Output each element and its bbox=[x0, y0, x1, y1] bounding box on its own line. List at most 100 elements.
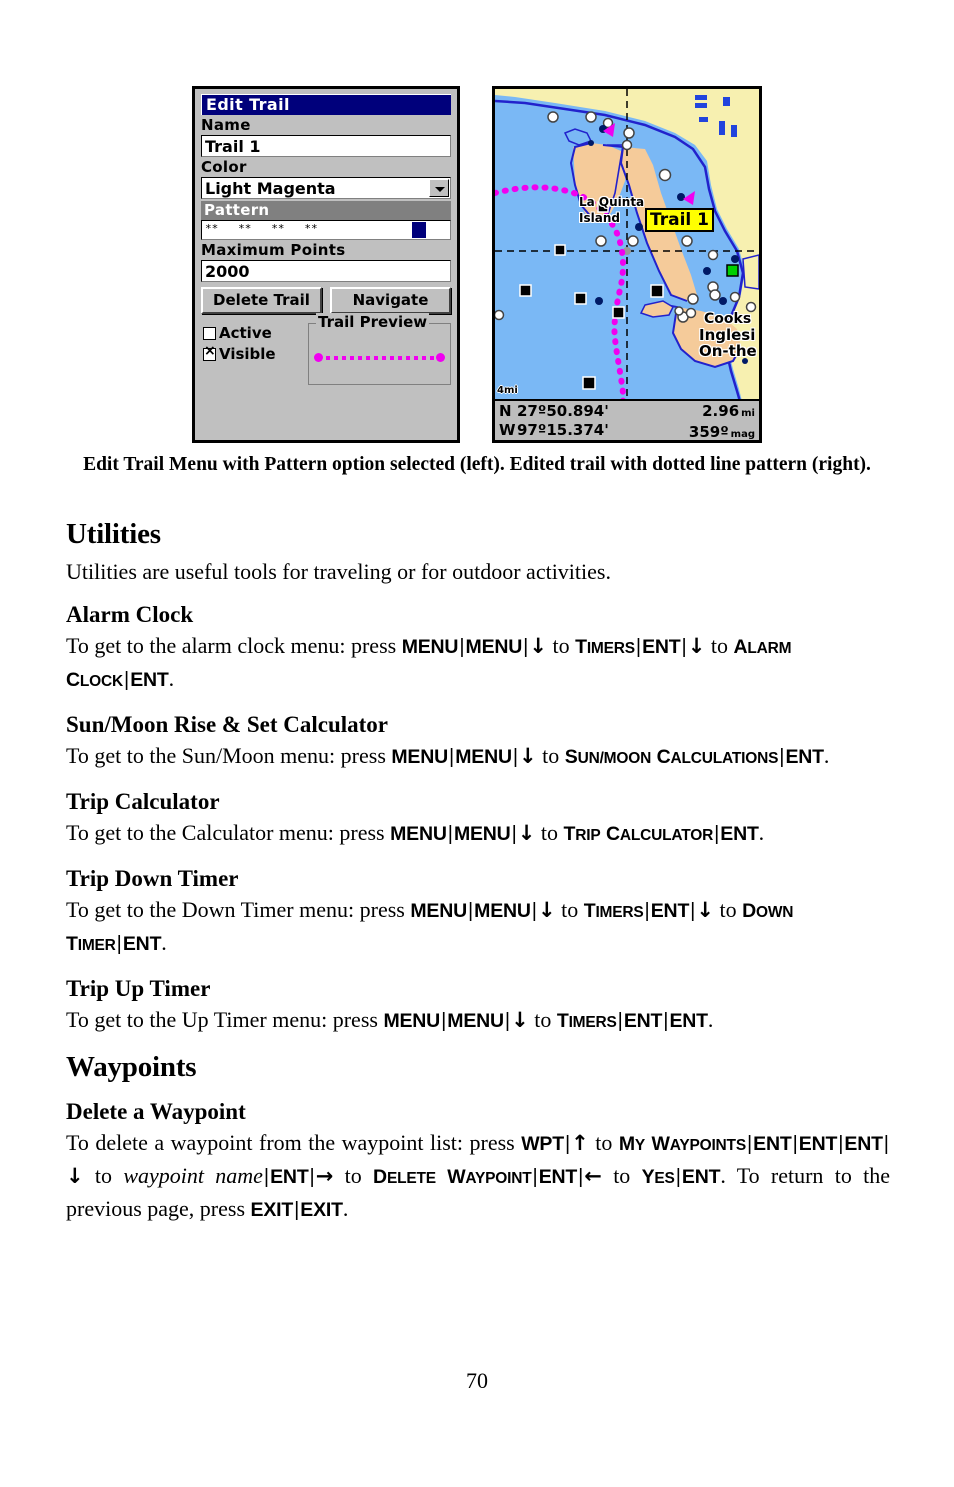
key-ent: ENT bbox=[753, 1133, 792, 1155]
lon-hemisphere: W bbox=[499, 421, 516, 439]
arrow-down-icon: ↓ bbox=[517, 821, 536, 845]
visible-checkbox-row[interactable]: Visible bbox=[203, 344, 308, 364]
key-ent: ENT bbox=[270, 1166, 309, 1188]
key-exit: EXIT bbox=[300, 1199, 343, 1221]
key-ent: ENT bbox=[844, 1133, 883, 1155]
pattern-input[interactable]: ** ** ** ** bbox=[201, 220, 451, 240]
delete-waypoint-paragraph: To delete a waypoint from the waypoint l… bbox=[66, 1128, 890, 1225]
key-sep: | bbox=[309, 1166, 315, 1188]
menu-timers: TIMERS bbox=[575, 636, 635, 658]
longitude-row: W 97º15.374' bbox=[499, 421, 658, 440]
menu-sun-moon: SUN/MOON bbox=[564, 746, 652, 768]
key-sep: | bbox=[532, 1166, 538, 1188]
pattern-cursor bbox=[412, 222, 426, 238]
key-sep: | bbox=[675, 1166, 681, 1188]
color-label: Color bbox=[201, 158, 247, 176]
heading-delete-waypoint: Delete a Waypoint bbox=[66, 1099, 246, 1124]
key-sep: | bbox=[447, 823, 453, 845]
key-ent: ENT bbox=[623, 1010, 663, 1032]
lat-hemisphere: N bbox=[499, 402, 512, 420]
key-menu: MENU bbox=[465, 636, 523, 658]
ac-text-2: to bbox=[546, 633, 576, 658]
caption-line-1: Edit Trail Menu with Pattern option sele… bbox=[83, 454, 648, 475]
map-place-island: Island bbox=[579, 211, 620, 225]
color-select[interactable]: Light Magenta bbox=[201, 177, 451, 199]
trail-preview-line bbox=[318, 356, 441, 360]
distance-row: 2.96 mi bbox=[658, 402, 755, 423]
key-sep: | bbox=[681, 636, 687, 658]
chevron-down-icon[interactable] bbox=[429, 179, 449, 197]
key-menu: MENU bbox=[401, 636, 459, 658]
key-wpt: WPT bbox=[521, 1133, 564, 1155]
trail-preview-label: Trail Preview bbox=[316, 313, 430, 331]
key-ent: ENT bbox=[122, 933, 162, 955]
trail-1-map-label: Trail 1 bbox=[645, 208, 714, 232]
sm-text-2: to bbox=[536, 743, 565, 768]
tc-text-2: to bbox=[535, 820, 564, 845]
ac-text-1: To get to the alarm clock menu: press bbox=[66, 633, 402, 658]
active-checkbox-row[interactable]: Active bbox=[203, 323, 308, 343]
alarm-clock-paragraph: To get to the alarm clock menu: press ME… bbox=[66, 631, 890, 697]
key-ent: ENT bbox=[669, 1010, 708, 1032]
heading-waypoints: Waypoints bbox=[66, 1051, 197, 1083]
menu-yes: YES bbox=[641, 1166, 675, 1188]
page-number: 70 bbox=[466, 1368, 488, 1393]
arrow-down-icon: ↓ bbox=[519, 744, 537, 768]
menu-timers: TIMERS bbox=[556, 1010, 617, 1032]
sm-period: . bbox=[823, 743, 830, 768]
dw-text-4: to bbox=[333, 1163, 374, 1188]
pattern-label: Pattern bbox=[201, 201, 451, 220]
name-label: Name bbox=[201, 116, 251, 134]
tu-text-1: To get to the Up Timer menu: press bbox=[66, 1007, 384, 1032]
trail-preview-start-dot bbox=[314, 353, 323, 362]
arrow-right-icon: → bbox=[315, 1164, 334, 1188]
max-points-input[interactable]: 2000 bbox=[201, 260, 451, 282]
utilities-intro: Utilities are useful tools for traveling… bbox=[66, 559, 611, 584]
ac-text-3: to bbox=[710, 633, 734, 658]
td-period: . bbox=[161, 930, 167, 955]
key-sep: | bbox=[116, 933, 122, 955]
menu-waypoint: WAYPOINT bbox=[447, 1166, 532, 1188]
dw-text-5: to bbox=[601, 1163, 642, 1188]
heading-trip-down-timer: Trip Down Timer bbox=[66, 866, 239, 891]
bearing-row: 359º mag bbox=[658, 423, 755, 440]
key-ent: ENT bbox=[798, 1133, 838, 1155]
max-points-label: Maximum Points bbox=[201, 241, 346, 259]
tu-text-2: to bbox=[528, 1007, 557, 1032]
trip-calc-paragraph: To get to the Calculator menu: press MEN… bbox=[66, 818, 890, 851]
arrow-up-icon: ↑ bbox=[571, 1131, 589, 1155]
key-sep: | bbox=[617, 1010, 623, 1032]
gps-chart-map: La Quinta Island Cooks Inglesi On-the Tr… bbox=[492, 86, 762, 443]
key-menu: MENU bbox=[391, 746, 449, 768]
trail-preview-panel: Trail Preview bbox=[308, 313, 451, 385]
key-menu: MENU bbox=[383, 1010, 441, 1032]
arrow-down-icon: ↓ bbox=[687, 634, 706, 658]
delete-trail-button[interactable]: Delete Trail bbox=[201, 287, 322, 314]
menu-my: MY bbox=[618, 1133, 646, 1155]
dw-period: . bbox=[342, 1196, 349, 1221]
tc-period: . bbox=[758, 820, 765, 845]
name-input[interactable]: Trail 1 bbox=[201, 135, 451, 157]
key-sep: | bbox=[511, 823, 517, 845]
key-menu: MENU bbox=[410, 900, 467, 922]
menu-trip: TRIP bbox=[563, 823, 601, 845]
sunmoon-paragraph: To get to the Sun/Moon menu: press MENU|… bbox=[66, 741, 890, 774]
key-ent: ENT bbox=[642, 636, 681, 658]
active-checkbox[interactable] bbox=[203, 326, 216, 340]
map-place-on-the-bay: On-the bbox=[699, 342, 757, 360]
menu-delete: DELETE bbox=[373, 1166, 436, 1188]
menu-title: Edit Trail bbox=[201, 94, 451, 115]
key-sep: | bbox=[512, 746, 519, 768]
key-ent: ENT bbox=[785, 746, 824, 768]
key-ent: ENT bbox=[538, 1166, 578, 1188]
dw-text-1: To delete a waypoint from the waypoint l… bbox=[66, 1130, 522, 1155]
heading-trip-calculator: Trip Calculator bbox=[66, 789, 220, 814]
key-sep: | bbox=[883, 1133, 889, 1155]
map-place-la-quinta: La Quinta bbox=[579, 195, 645, 209]
visible-checkbox[interactable] bbox=[203, 344, 216, 361]
navigate-button[interactable]: Navigate bbox=[330, 287, 451, 314]
menu-calculator: CALCULATOR bbox=[605, 823, 714, 845]
key-sep: | bbox=[644, 900, 650, 922]
figure-caption: Edit Trail Menu with Pattern option sele… bbox=[66, 452, 888, 477]
nav-readout-block: 2.96 mi 359º mag bbox=[658, 402, 755, 440]
